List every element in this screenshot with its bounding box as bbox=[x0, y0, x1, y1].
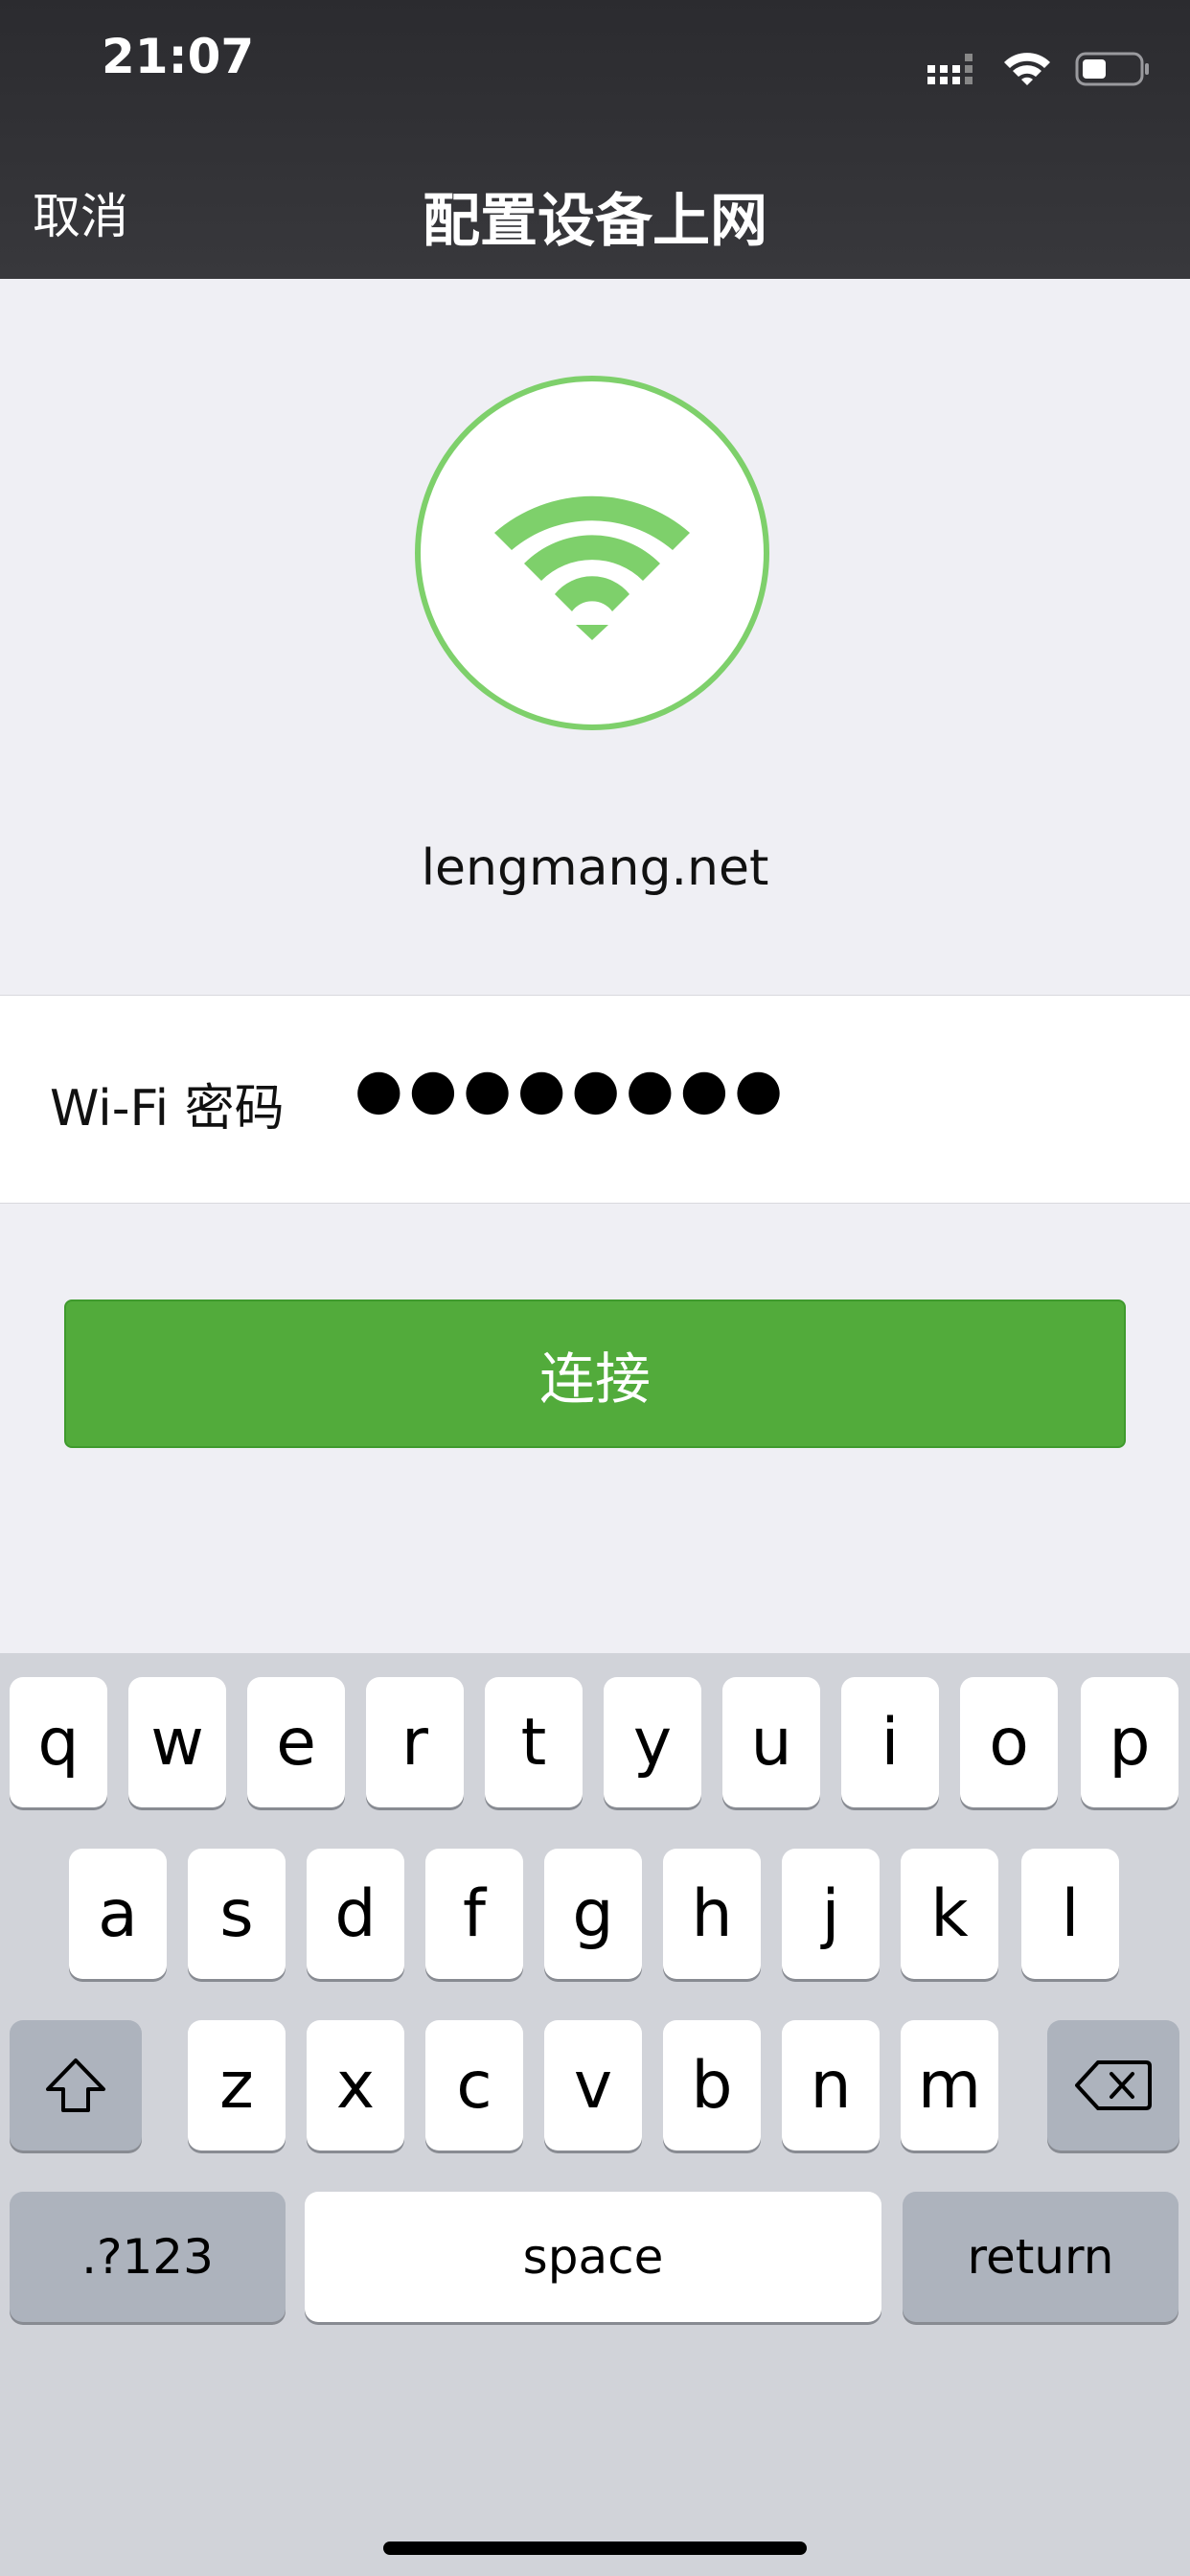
key-q[interactable]: q bbox=[10, 1677, 107, 1807]
key-l[interactable]: l bbox=[1021, 1849, 1119, 1979]
numbers-key[interactable]: .?123 bbox=[10, 2192, 286, 2322]
key-u[interactable]: u bbox=[722, 1677, 820, 1807]
status-time: 21:07 bbox=[102, 29, 255, 84]
key-k[interactable]: k bbox=[901, 1849, 998, 1979]
keyboard: q w e r t y u i o p a s d f g h j k l z … bbox=[0, 1653, 1190, 2576]
connect-button[interactable]: 连接 bbox=[64, 1300, 1126, 1448]
key-v[interactable]: v bbox=[544, 2020, 642, 2150]
key-a[interactable]: a bbox=[69, 1849, 167, 1979]
key-t[interactable]: t bbox=[485, 1677, 583, 1807]
key-i[interactable]: i bbox=[841, 1677, 939, 1807]
password-label: Wi-Fi 密码 bbox=[50, 1080, 285, 1138]
wifi-icon bbox=[494, 495, 690, 640]
shift-icon bbox=[46, 2058, 105, 2112]
backspace-icon bbox=[1075, 2060, 1152, 2110]
key-x[interactable]: x bbox=[307, 2020, 404, 2150]
key-z[interactable]: z bbox=[188, 2020, 286, 2150]
battery-icon bbox=[1075, 52, 1149, 86]
page-title: 配置设备上网 bbox=[423, 188, 767, 255]
key-r[interactable]: r bbox=[366, 1677, 464, 1807]
space-key[interactable]: space bbox=[305, 2192, 881, 2322]
network-ssid: lengmang.net bbox=[421, 840, 769, 897]
key-e[interactable]: e bbox=[247, 1677, 345, 1807]
delete-key[interactable] bbox=[1047, 2020, 1179, 2150]
key-c[interactable]: c bbox=[425, 2020, 523, 2150]
key-f[interactable]: f bbox=[425, 1849, 523, 1979]
home-indicator bbox=[383, 2542, 807, 2555]
key-y[interactable]: y bbox=[604, 1677, 701, 1807]
key-b[interactable]: b bbox=[663, 2020, 761, 2150]
key-w[interactable]: w bbox=[128, 1677, 226, 1807]
key-m[interactable]: m bbox=[901, 2020, 998, 2150]
key-d[interactable]: d bbox=[307, 1849, 404, 1979]
password-input[interactable]: ●●●●●●●● bbox=[355, 1056, 789, 1121]
wifi-status-icon bbox=[1004, 53, 1050, 85]
shift-key[interactable] bbox=[10, 2020, 142, 2150]
key-h[interactable]: h bbox=[663, 1849, 761, 1979]
status-icons bbox=[926, 50, 1152, 88]
key-s[interactable]: s bbox=[188, 1849, 286, 1979]
key-p[interactable]: p bbox=[1081, 1677, 1179, 1807]
key-j[interactable]: j bbox=[782, 1849, 880, 1979]
key-n[interactable]: n bbox=[782, 2020, 880, 2150]
key-o[interactable]: o bbox=[960, 1677, 1058, 1807]
wifi-logo bbox=[415, 376, 769, 730]
return-key[interactable]: return bbox=[903, 2192, 1179, 2322]
cellular-signal-icon bbox=[927, 54, 973, 84]
key-g[interactable]: g bbox=[544, 1849, 642, 1979]
